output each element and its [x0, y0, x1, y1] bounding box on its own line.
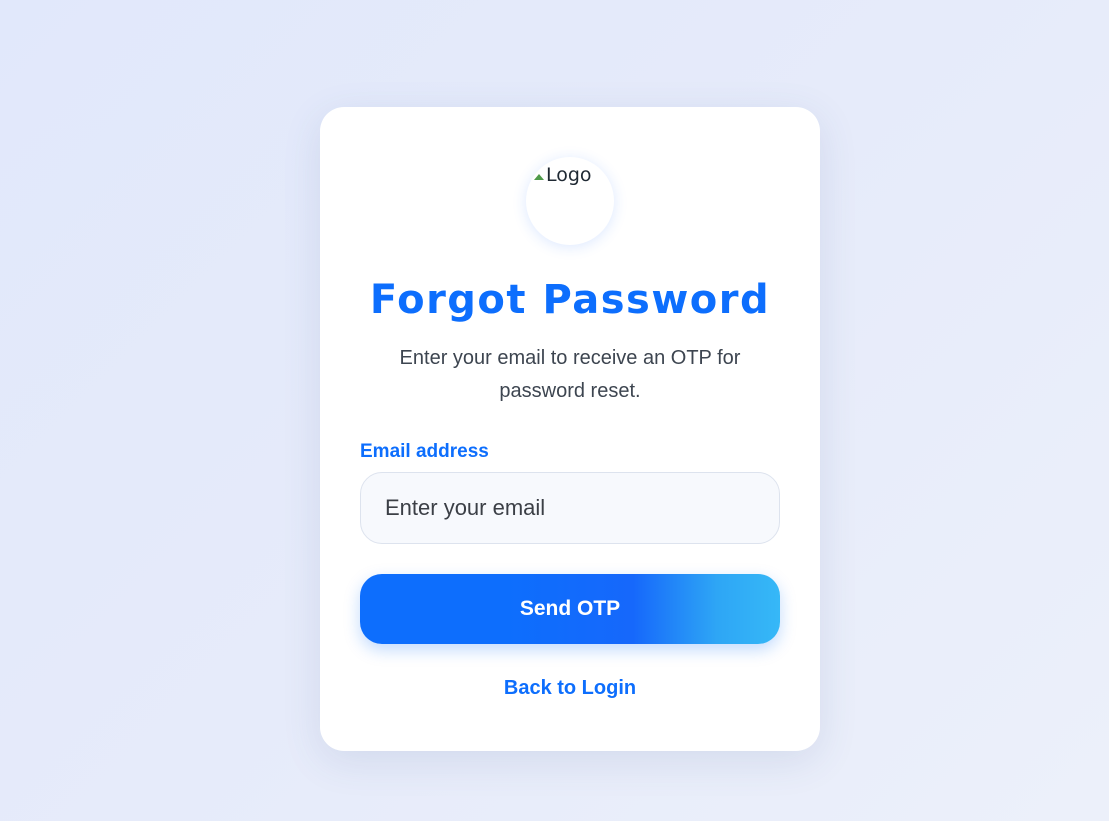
forgot-password-card: Logo Forgot Password Enter your email to…	[320, 107, 820, 751]
page-subtitle: Enter your email to receive an OTP for p…	[399, 347, 741, 402]
broken-image-icon	[533, 168, 545, 182]
logo-image: Logo	[533, 164, 592, 186]
page-title: Forgot Password	[369, 277, 771, 323]
send-otp-button[interactable]: Send OTP	[360, 574, 780, 644]
logo-alt-text: Logo	[546, 164, 592, 186]
back-to-login-link[interactable]: Back to Login	[320, 677, 820, 700]
email-label: Email address	[360, 441, 489, 462]
email-field[interactable]	[360, 472, 780, 544]
logo-container: Logo	[526, 157, 614, 245]
